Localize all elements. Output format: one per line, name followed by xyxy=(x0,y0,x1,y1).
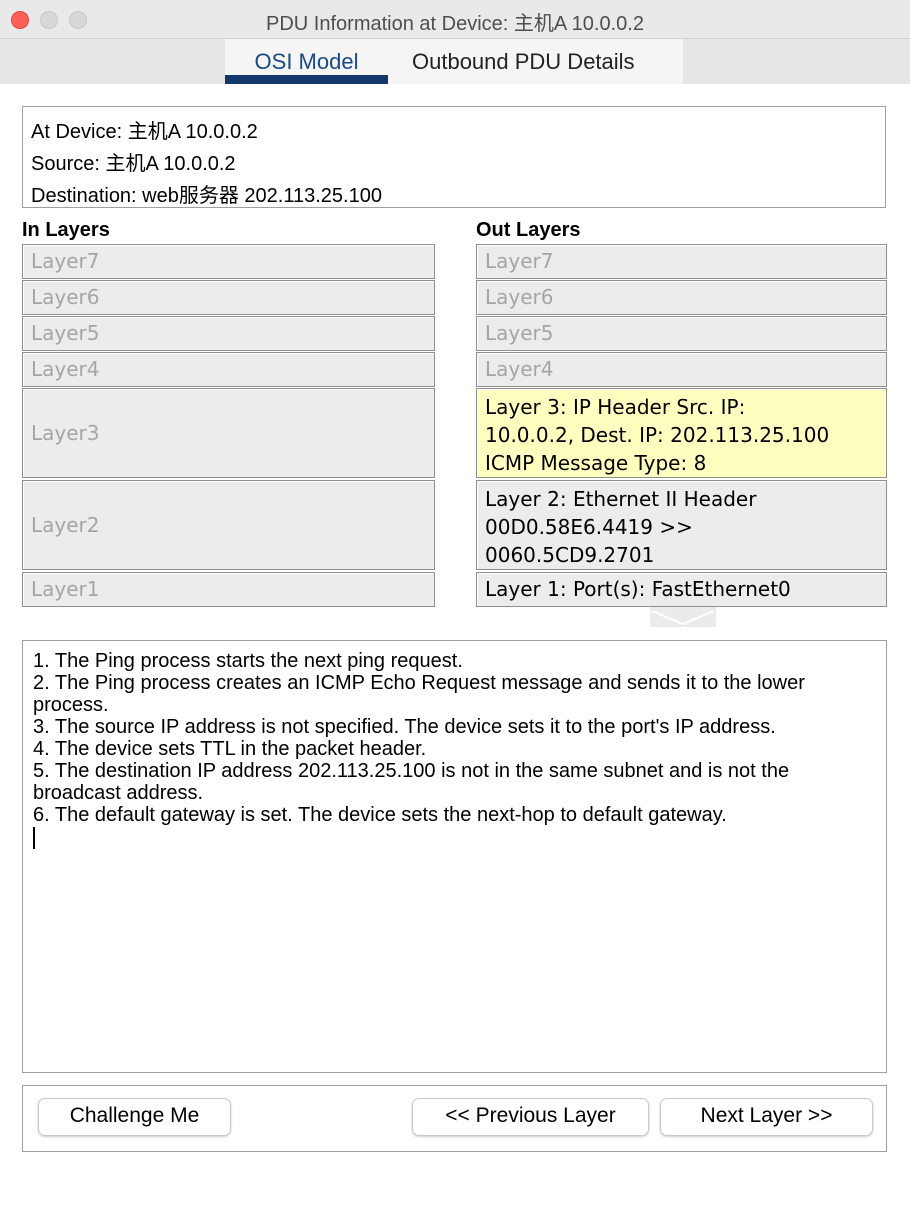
tab-group: OSI Model Outbound PDU Details xyxy=(225,39,683,84)
out-layer-2-line-2: 00D0.58E6.4419 >> xyxy=(485,515,693,539)
in-layer-6[interactable]: Layer6 xyxy=(22,280,435,315)
next-layer-button[interactable]: Next Layer >> xyxy=(660,1098,873,1136)
window-titlebar: PDU Information at Device: 主机A 10.0.0.2 xyxy=(0,0,910,39)
challenge-me-button[interactable]: Challenge Me xyxy=(38,1098,231,1136)
out-layer-1[interactable]: Layer 1: Port(s): FastEthernet0 xyxy=(476,572,887,607)
step-line-3: 3. The source IP address is not specifie… xyxy=(33,716,776,738)
in-layer-1[interactable]: Layer1 xyxy=(22,572,435,607)
chevron-down-icon[interactable] xyxy=(650,607,716,627)
tab-osi-model[interactable]: OSI Model xyxy=(225,49,388,75)
in-layer-5[interactable]: Layer5 xyxy=(22,316,435,351)
out-layer-5[interactable]: Layer5 xyxy=(476,316,887,351)
out-layer-2[interactable]: Layer 2: Ethernet II Header 00D0.58E6.44… xyxy=(476,480,887,570)
device-info-panel: At Device: 主机A 10.0.0.2 Source: 主机A 10.0… xyxy=(22,106,886,208)
out-layer-4[interactable]: Layer4 xyxy=(476,352,887,387)
text-caret xyxy=(33,827,35,849)
source-label: Source: 主机A 10.0.0.2 xyxy=(31,153,236,175)
out-layer-3-line-3: ICMP Message Type: 8 xyxy=(485,451,707,475)
tab-outbound-pdu-details[interactable]: Outbound PDU Details xyxy=(412,49,635,75)
process-description-textarea[interactable]: 1. The Ping process starts the next ping… xyxy=(22,640,887,1073)
out-layer-3-line-1: Layer 3: IP Header Src. IP: xyxy=(485,395,746,419)
in-layer-2[interactable]: Layer2 xyxy=(22,480,435,570)
step-line-1: 1. The Ping process starts the next ping… xyxy=(33,650,463,672)
out-layers-header: Out Layers xyxy=(476,219,581,241)
out-layer-3[interactable]: Layer 3: IP Header Src. IP: 10.0.0.2, De… xyxy=(476,388,887,478)
destination-label: Destination: web服务器 202.113.25.100 xyxy=(31,185,382,207)
button-bar: Challenge Me << Previous Layer Next Laye… xyxy=(22,1085,887,1152)
step-line-6: 6. The default gateway is set. The devic… xyxy=(33,804,727,826)
tab-strip: OSI Model Outbound PDU Details xyxy=(0,39,910,84)
step-line-4: 4. The device sets TTL in the packet hea… xyxy=(33,738,427,760)
out-layer-6[interactable]: Layer6 xyxy=(476,280,887,315)
out-layer-2-line-3: 0060.5CD9.2701 xyxy=(485,543,655,567)
window-title: PDU Information at Device: 主机A 10.0.0.2 xyxy=(266,13,644,35)
out-layer-3-line-2: 10.0.0.2, Dest. IP: 202.113.25.100 xyxy=(485,423,830,447)
out-layer-2-line-1: Layer 2: Ethernet II Header xyxy=(485,487,757,511)
in-layers-header: In Layers xyxy=(22,219,110,241)
out-layer-7[interactable]: Layer7 xyxy=(476,244,887,279)
step-line-5: 5. The destination IP address 202.113.25… xyxy=(33,760,790,804)
in-layer-4[interactable]: Layer4 xyxy=(22,352,435,387)
in-layer-3[interactable]: Layer3 xyxy=(22,388,435,478)
selected-tab-indicator xyxy=(225,75,388,84)
step-line-2: 2. The Ping process creates an ICMP Echo… xyxy=(33,672,805,716)
in-layer-7[interactable]: Layer7 xyxy=(22,244,435,279)
at-device-label: At Device: 主机A 10.0.0.2 xyxy=(31,121,258,143)
previous-layer-button[interactable]: << Previous Layer xyxy=(412,1098,649,1136)
